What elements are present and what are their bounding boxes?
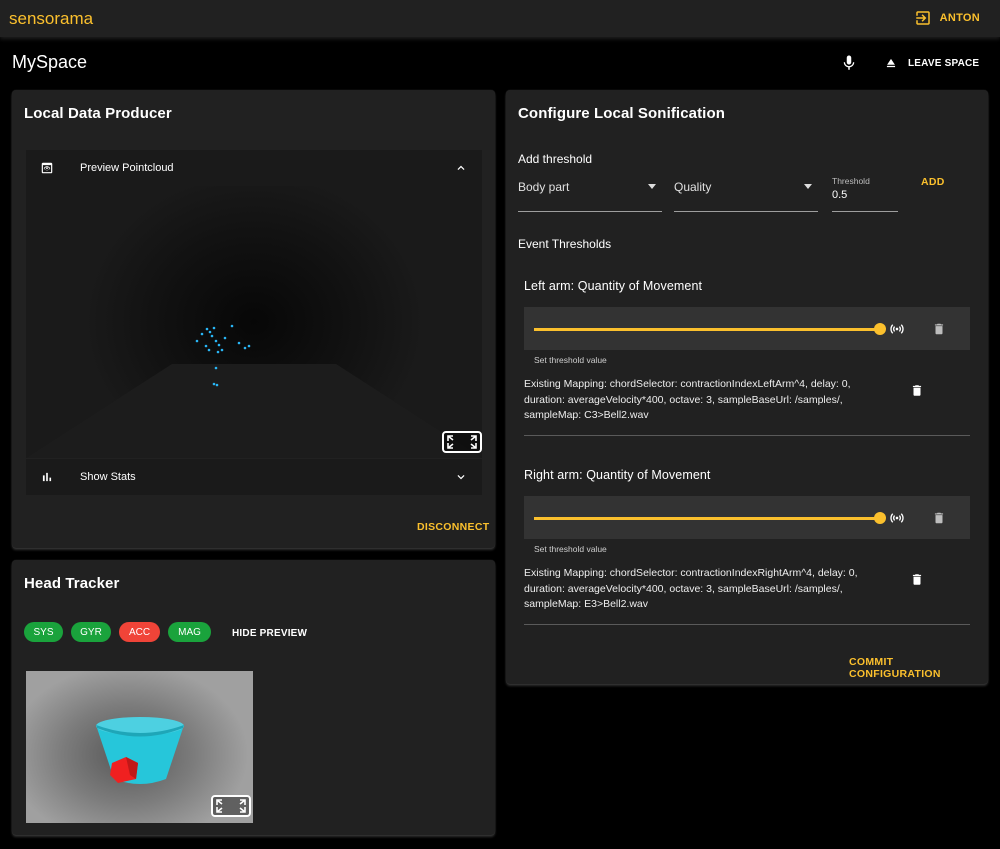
- trash-icon[interactable]: [932, 510, 946, 526]
- trash-icon[interactable]: [932, 321, 946, 337]
- quality-select[interactable]: Quality: [674, 170, 818, 212]
- microphone-icon[interactable]: [840, 54, 858, 72]
- add-threshold-label: Add threshold: [518, 152, 593, 166]
- head-fullscreen-button[interactable]: [211, 795, 251, 817]
- threshold-title: Left arm: Quantity of Movement: [524, 279, 703, 293]
- threshold-title: Right arm: Quantity of Movement: [524, 468, 711, 482]
- pointcloud-points: [195, 324, 251, 387]
- delete-mapping-icon[interactable]: [910, 571, 924, 588]
- fullscreen-icon: [216, 799, 246, 813]
- status-chip-acc: ACC: [119, 622, 160, 642]
- threshold-slider-row: [524, 496, 970, 539]
- head-tracker-card: Head Tracker SYS GYR ACC MAG HIDE PREVIE…: [12, 560, 495, 835]
- threshold-slider-track[interactable]: [534, 517, 880, 520]
- chevron-up-icon[interactable]: [454, 161, 468, 175]
- show-stats-accordion[interactable]: Show Stats: [26, 459, 482, 495]
- user-logout-button[interactable]: ANTON: [914, 9, 980, 27]
- head-tracker-title: Head Tracker: [24, 575, 120, 592]
- sonification-card: Configure Local Sonification Add thresho…: [506, 90, 988, 684]
- chevron-down-icon[interactable]: [454, 470, 468, 484]
- threshold-field: Threshold: [832, 170, 898, 212]
- local-data-producer-card: Local Data Producer Preview Pointcloud S…: [12, 90, 495, 548]
- app-brand[interactable]: sensorama: [9, 9, 93, 29]
- event-thresholds-label: Event Thresholds: [518, 237, 612, 251]
- status-chip-mag: MAG: [168, 622, 211, 642]
- app-bar: sensorama ANTON: [0, 0, 1000, 37]
- status-chip-gyr: GYR: [71, 622, 111, 642]
- user-name: ANTON: [939, 12, 980, 24]
- threshold-slider-thumb[interactable]: [874, 323, 886, 335]
- dropdown-arrow-icon: [804, 184, 812, 189]
- sonification-title: Configure Local Sonification: [518, 105, 725, 122]
- pointcloud-preview[interactable]: [26, 186, 482, 458]
- fullscreen-icon: [447, 435, 477, 449]
- threshold-slider-track[interactable]: [534, 328, 880, 331]
- threshold-label: Threshold: [832, 176, 870, 186]
- hide-preview-button[interactable]: HIDE PREVIEW: [232, 628, 307, 639]
- threshold-input[interactable]: [832, 189, 892, 201]
- existing-mapping-text: Existing Mapping: chordSelector: contrac…: [524, 567, 858, 610]
- leave-space-label: LEAVE SPACE: [908, 57, 980, 69]
- threshold-hint: Set threshold value: [534, 544, 607, 554]
- existing-mapping-text: Existing Mapping: chordSelector: contrac…: [524, 378, 851, 421]
- preview-pointcloud-accordion[interactable]: Preview Pointcloud: [26, 150, 482, 186]
- sound-waves-icon[interactable]: [888, 510, 906, 526]
- pointcloud-fullscreen-button[interactable]: [442, 431, 482, 453]
- delete-mapping-icon[interactable]: [910, 382, 924, 399]
- preview-icon: [41, 162, 53, 174]
- logout-icon: [915, 11, 930, 25]
- sound-waves-icon[interactable]: [888, 321, 906, 337]
- preview-pointcloud-label: Preview Pointcloud: [80, 162, 174, 174]
- threshold-slider-row: [524, 307, 970, 350]
- head-tracker-preview[interactable]: [26, 671, 253, 823]
- dropdown-arrow-icon: [648, 184, 656, 189]
- body-part-placeholder: Body part: [518, 180, 570, 194]
- body-part-select[interactable]: Body part: [518, 170, 662, 212]
- quality-placeholder: Quality: [674, 180, 712, 194]
- space-title: MySpace: [12, 52, 88, 72]
- commit-configuration-button[interactable]: COMMIT CONFIGURATION: [849, 656, 988, 680]
- show-stats-label: Show Stats: [80, 471, 136, 483]
- eject-icon: [886, 58, 896, 68]
- producer-title: Local Data Producer: [24, 105, 172, 122]
- status-chip-sys: SYS: [24, 622, 63, 642]
- leave-space-button[interactable]: LEAVE SPACE: [884, 56, 979, 70]
- divider: [524, 435, 970, 436]
- disconnect-button[interactable]: DISCONNECT: [417, 521, 489, 533]
- add-threshold-button[interactable]: ADD: [921, 176, 945, 188]
- threshold-hint: Set threshold value: [534, 355, 607, 365]
- divider: [524, 624, 970, 625]
- threshold-slider-thumb[interactable]: [874, 512, 886, 524]
- bar-chart-icon: [42, 472, 52, 482]
